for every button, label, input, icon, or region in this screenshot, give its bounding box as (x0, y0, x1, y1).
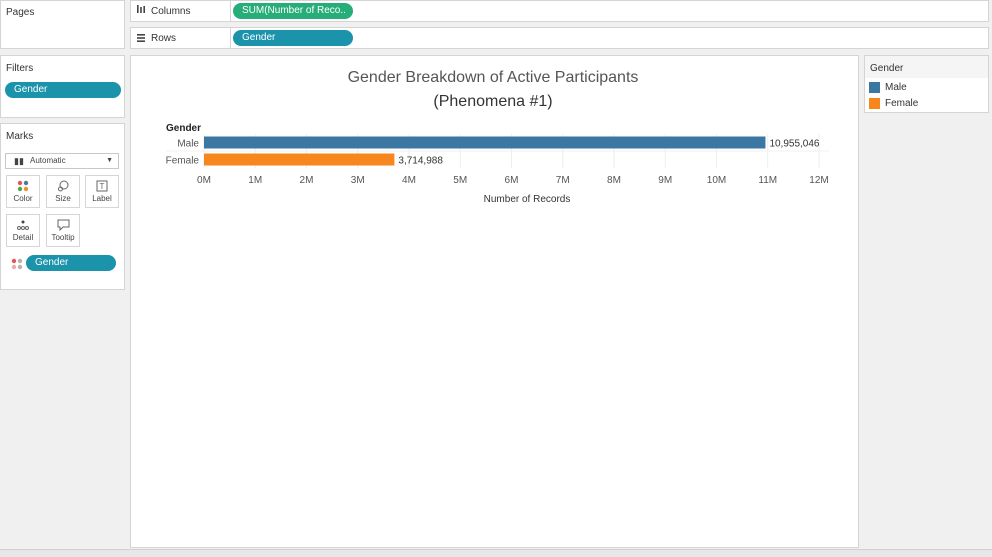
tooltip-label: Tooltip (51, 233, 75, 242)
rows-icon (136, 33, 146, 46)
x-tick-label: 7M (556, 175, 570, 186)
value-label-female: 3,714,988 (398, 156, 443, 167)
row-label-female: Female (166, 156, 200, 167)
pages-title: Pages (6, 7, 35, 18)
x-tick-label: 2M (300, 175, 314, 186)
x-tick-label: 6M (505, 175, 519, 186)
pages-card: Pages (0, 0, 125, 49)
marks-card: Marks ▮▮ Automatic ▼ Color Size T Label … (0, 123, 125, 290)
filter-pill-gender[interactable]: Gender (5, 82, 121, 98)
x-tick-label: 10M (707, 175, 726, 186)
rows-pill[interactable]: Gender (233, 30, 353, 46)
label-label: Label (92, 194, 112, 203)
legend-swatch-male (869, 82, 880, 93)
color-icon (7, 176, 39, 194)
chart-title: Gender Breakdown of Active Participants (348, 69, 639, 86)
filters-title: Filters (6, 63, 34, 74)
rows-divider (230, 27, 231, 49)
x-tick-label: 9M (658, 175, 672, 186)
mark-type-dropdown[interactable]: ▮▮ Automatic ▼ (5, 153, 119, 169)
detail-icon (7, 215, 39, 233)
x-axis-title: Number of Records (484, 194, 571, 205)
x-tick-label: 12M (809, 175, 828, 186)
legend-label-male: Male (885, 82, 907, 93)
chevron-down-icon: ▼ (106, 157, 113, 164)
svg-text:T: T (100, 182, 105, 191)
rows-label: Rows (151, 33, 177, 44)
columns-divider (230, 0, 231, 22)
size-label: Size (55, 194, 71, 203)
x-tick-label: 0M (197, 175, 211, 186)
chart-view: Gender Breakdown of Active Participants … (130, 55, 859, 548)
bar-chart: Gender Breakdown of Active Participants … (166, 69, 829, 205)
row-label-male: Male (177, 139, 199, 150)
size-icon (47, 176, 79, 194)
detail-label: Detail (12, 233, 34, 242)
color-label: Color (13, 194, 33, 203)
detail-button[interactable]: Detail (6, 214, 40, 247)
bar-male[interactable] (204, 136, 766, 149)
mark-type-value: Automatic (30, 156, 66, 165)
legend-card: Gender Male Female (864, 55, 989, 113)
columns-label: Columns (151, 6, 191, 17)
label-button[interactable]: T Label (85, 175, 119, 208)
x-tick-label: 5M (453, 175, 467, 186)
legend-swatch-female (869, 98, 880, 109)
row-header: Gender (166, 123, 201, 134)
x-tick-label: 11M (758, 175, 777, 186)
marks-title: Marks (6, 131, 34, 142)
color-marks-icon (11, 257, 23, 275)
legend-title: Gender (870, 63, 904, 74)
sheet-tab-strip (0, 549, 992, 557)
tooltip-icon (47, 215, 79, 233)
columns-icon (136, 4, 146, 17)
text-label-icon: T (86, 176, 118, 194)
bar-chart-icon: ▮▮ (14, 156, 24, 166)
color-button[interactable]: Color (6, 175, 40, 208)
x-tick-label: 3M (351, 175, 365, 186)
filters-card: Filters Gender (0, 55, 125, 118)
chart-subtitle: (Phenomena #1) (433, 93, 552, 110)
size-button[interactable]: Size (46, 175, 80, 208)
marks-pill-gender[interactable]: Gender (26, 255, 116, 271)
value-label-male: 10,955,046 (769, 139, 819, 150)
x-tick-label: 8M (607, 175, 621, 186)
columns-pill[interactable]: SUM(Number of Reco.. (233, 3, 353, 19)
legend-label-female: Female (885, 98, 919, 109)
x-tick-label: 4M (402, 175, 416, 186)
x-tick-label: 1M (248, 175, 262, 186)
tooltip-button[interactable]: Tooltip (46, 214, 80, 247)
bar-female[interactable] (204, 153, 395, 166)
